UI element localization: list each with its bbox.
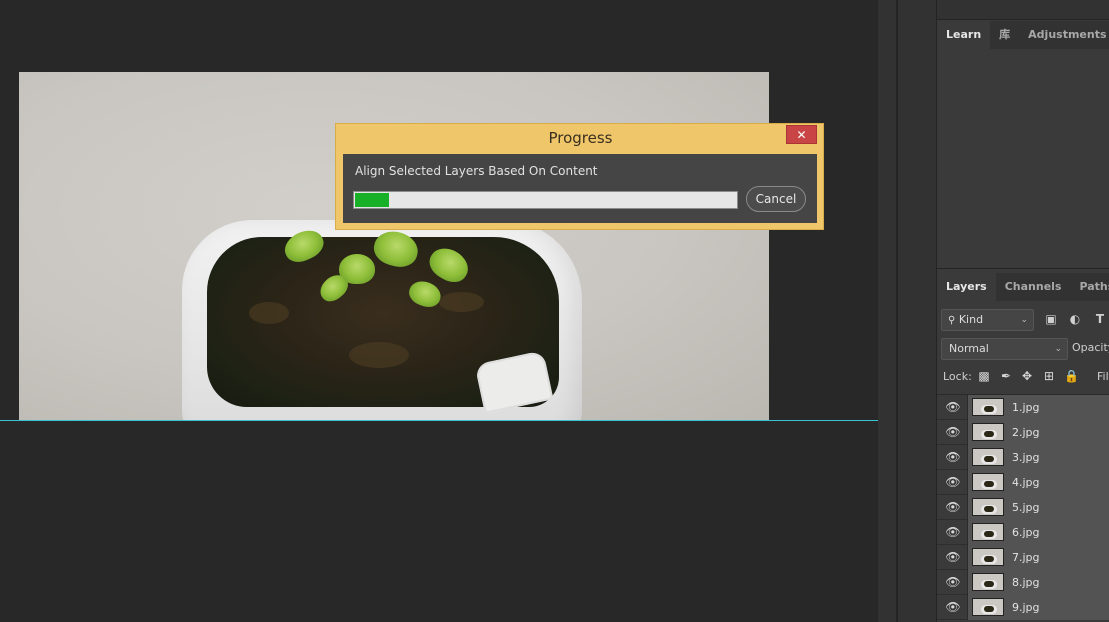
tab-learn[interactable]: Learn [937, 21, 991, 49]
close-icon: ✕ [796, 128, 807, 142]
right-panel-dock: Learn 库 Adjustments Layers Channels Path… [936, 0, 1109, 622]
progress-dialog: Progress ✕ Align Selected Layers Based O… [335, 123, 824, 230]
layer-thumbnail [972, 523, 1004, 541]
lock-image-pixels-icon[interactable]: ✒ [999, 368, 1013, 384]
tab-adjustments[interactable]: Adjustments [1019, 21, 1109, 49]
layer-content[interactable]: 5.jpg [968, 495, 1109, 520]
layer-thumbnail [972, 448, 1004, 466]
layer-row[interactable]: 👁 9.jpg [937, 595, 1109, 620]
blend-mode-select[interactable]: Normal ⌄ [941, 338, 1068, 360]
lock-artboard-icon[interactable]: ⊞ [1042, 368, 1056, 384]
chevron-down-icon: ⌄ [1020, 315, 1028, 325]
lock-transparent-pixels-icon[interactable]: ▩ [977, 368, 991, 384]
eye-icon[interactable]: 👁 [945, 575, 961, 589]
layer-thumbnail [972, 573, 1004, 591]
layer-content[interactable]: 1.jpg [968, 395, 1109, 420]
progress-bar-fill [355, 193, 389, 207]
layer-row[interactable]: 👁 3.jpg [937, 445, 1109, 470]
layer-content[interactable]: 7.jpg [968, 545, 1109, 570]
layer-name: 4.jpg [1012, 476, 1040, 489]
layer-thumbnail [972, 423, 1004, 441]
close-button[interactable]: ✕ [786, 125, 817, 144]
layer-name: 9.jpg [1012, 601, 1040, 614]
lock-label: Lock: [943, 370, 972, 383]
learn-panel-body [937, 49, 1109, 269]
filter-kind-value: Kind [958, 313, 984, 326]
panel-header-strip [937, 0, 1109, 20]
layer-row[interactable]: 👁 7.jpg [937, 545, 1109, 570]
layer-thumbnail [972, 398, 1004, 416]
layer-name: 3.jpg [1012, 451, 1040, 464]
eye-icon[interactable]: 👁 [945, 525, 961, 539]
tab-layers[interactable]: Layers [937, 273, 996, 301]
layer-name: 8.jpg [1012, 576, 1040, 589]
layer-content[interactable]: 9.jpg [968, 595, 1109, 620]
layer-thumbnail [972, 548, 1004, 566]
layer-row[interactable]: 👁 1.jpg [937, 395, 1109, 420]
eye-icon[interactable]: 👁 [945, 550, 961, 564]
adjustment-filter-icon[interactable]: ◐ [1067, 311, 1083, 327]
layer-name: 5.jpg [1012, 501, 1040, 514]
layer-row[interactable]: 👁 6.jpg [937, 520, 1109, 545]
eye-icon[interactable]: 👁 [945, 500, 961, 514]
chevron-down-icon: ⌄ [1054, 344, 1062, 354]
eye-icon[interactable]: 👁 [945, 425, 961, 439]
eye-icon[interactable]: 👁 [945, 475, 961, 489]
tab-paths[interactable]: Paths [1070, 273, 1109, 301]
layer-thumbnail [972, 598, 1004, 616]
panel-dock-gutter [878, 0, 936, 622]
layer-row[interactable]: 👁 2.jpg [937, 420, 1109, 445]
layer-content[interactable]: 4.jpg [968, 470, 1109, 495]
soil-detail [349, 342, 409, 368]
layer-name: 6.jpg [1012, 526, 1040, 539]
layer-content[interactable]: 3.jpg [968, 445, 1109, 470]
search-icon: ⚲ [948, 315, 956, 326]
progress-bar [353, 191, 738, 209]
layer-name: 7.jpg [1012, 551, 1040, 564]
progress-message: Align Selected Layers Based On Content [355, 164, 598, 178]
layer-content[interactable]: 8.jpg [968, 570, 1109, 595]
fill-label: Fil [1097, 370, 1109, 383]
soil-detail [439, 292, 484, 312]
tab-libraries[interactable]: 库 [990, 21, 1019, 49]
layer-filter-kind-select[interactable]: ⚲ Kind ⌄ [941, 309, 1034, 331]
layers-panel-tabs: Layers Channels Paths [937, 273, 1109, 301]
type-filter-icon[interactable]: T [1092, 311, 1108, 327]
dialog-title: Progress [548, 129, 613, 147]
layers-list: 👁 1.jpg 👁 2.jpg 👁 3.jpg 👁 4.jpg 👁 5.jpg 👁 6.jpg 👁 7.j… [937, 394, 1109, 622]
layer-content[interactable]: 2.jpg [968, 420, 1109, 445]
layer-content[interactable]: 6.jpg [968, 520, 1109, 545]
eye-icon[interactable]: 👁 [945, 450, 961, 464]
photoshop-window: Learn 库 Adjustments Layers Channels Path… [0, 0, 1109, 622]
layer-thumbnail [972, 498, 1004, 516]
layer-name: 1.jpg [1012, 401, 1040, 414]
layer-thumbnail [972, 473, 1004, 491]
eye-icon[interactable]: 👁 [945, 400, 961, 414]
guide-line[interactable] [0, 420, 878, 421]
lock-position-icon[interactable]: ✥ [1020, 368, 1034, 384]
canvas-area[interactable] [0, 0, 878, 622]
blend-mode-value: Normal [949, 342, 989, 355]
lock-all-icon[interactable]: 🔒 [1064, 368, 1079, 384]
tab-channels[interactable]: Channels [996, 273, 1071, 301]
image-filter-icon[interactable]: ▣ [1043, 311, 1059, 327]
cancel-button[interactable]: Cancel [746, 186, 806, 212]
layer-row[interactable]: 👁 8.jpg [937, 570, 1109, 595]
layer-row[interactable]: 👁 4.jpg [937, 470, 1109, 495]
dialog-body: Align Selected Layers Based On Content C… [343, 154, 817, 223]
eye-icon[interactable]: 👁 [945, 600, 961, 614]
layer-row[interactable]: 👁 5.jpg [937, 495, 1109, 520]
soil-detail [249, 302, 289, 324]
top-panel-tabs: Learn 库 Adjustments [937, 21, 1109, 49]
dock-divider[interactable] [896, 0, 898, 622]
layer-name: 2.jpg [1012, 426, 1040, 439]
opacity-label: Opacity [1072, 341, 1109, 354]
